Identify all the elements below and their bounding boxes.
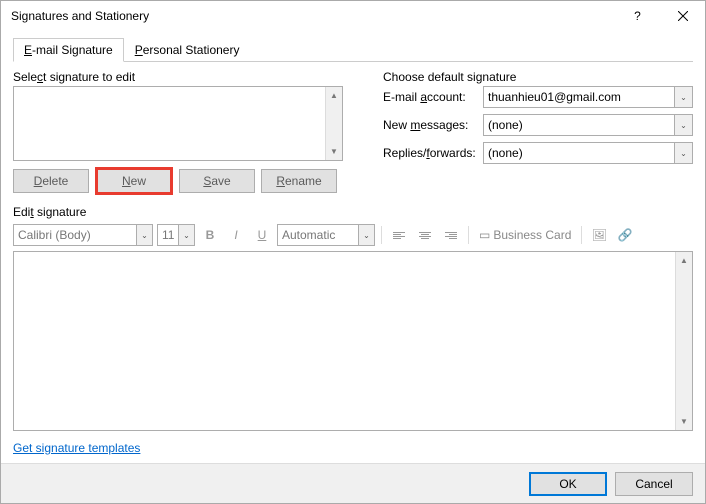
link-icon: 🔗	[618, 228, 633, 242]
replies-forwards-label: Replies/forwards:	[383, 146, 483, 160]
chevron-down-icon: ⌄	[358, 225, 374, 245]
scroll-up-icon[interactable]: ▲	[326, 87, 342, 104]
align-right-button[interactable]	[440, 224, 462, 246]
rename-button[interactable]: Rename	[261, 169, 337, 193]
save-button[interactable]: Save	[179, 169, 255, 193]
italic-button[interactable]: I	[225, 224, 247, 246]
scrollbar[interactable]: ▲ ▼	[675, 252, 692, 430]
separator	[581, 226, 582, 244]
window-title: Signatures and Stationery	[11, 9, 615, 23]
font-color-dropdown[interactable]: Automatic ⌄	[277, 224, 375, 246]
close-button[interactable]	[660, 1, 705, 31]
chevron-down-icon: ⌄	[178, 225, 194, 245]
scroll-down-icon[interactable]: ▼	[326, 143, 342, 160]
align-left-button[interactable]	[388, 224, 410, 246]
align-right-icon	[445, 232, 457, 239]
email-account-label: E-mail account:	[383, 90, 483, 104]
signature-editor[interactable]: ▲ ▼	[13, 251, 693, 431]
insert-hyperlink-button[interactable]: 🔗	[614, 224, 636, 246]
signature-list[interactable]: ▲ ▼	[13, 86, 343, 161]
chevron-down-icon: ⌄	[674, 115, 692, 135]
select-signature-label: Select signature to edit	[13, 70, 363, 84]
separator	[381, 226, 382, 244]
help-button[interactable]: ?	[615, 1, 660, 31]
titlebar: Signatures and Stationery ?	[1, 1, 705, 31]
scrollbar[interactable]: ▲ ▼	[325, 87, 342, 160]
separator	[468, 226, 469, 244]
card-icon: ▭	[479, 228, 490, 242]
replies-forwards-value: (none)	[488, 146, 523, 160]
tab-email-signature[interactable]: E-mail Signature	[13, 38, 124, 62]
new-messages-value: (none)	[488, 118, 523, 132]
font-dropdown[interactable]: Calibri (Body) ⌄	[13, 224, 153, 246]
align-center-icon	[419, 232, 431, 239]
edit-signature-label: Edit signature	[13, 205, 86, 219]
dialog-footer: OK Cancel	[1, 463, 705, 503]
underline-button[interactable]: U	[251, 224, 273, 246]
new-button[interactable]: New	[95, 167, 173, 195]
new-messages-dropdown[interactable]: (none) ⌄	[483, 114, 693, 136]
new-messages-label: New messages:	[383, 118, 483, 132]
email-account-dropdown[interactable]: thuanhieu01@gmail.com ⌄	[483, 86, 693, 108]
align-center-button[interactable]	[414, 224, 436, 246]
picture-icon: 🖼	[592, 228, 607, 242]
scroll-down-icon[interactable]: ▼	[676, 413, 692, 430]
chevron-down-icon: ⌄	[136, 225, 152, 245]
cancel-button[interactable]: Cancel	[615, 472, 693, 496]
scroll-up-icon[interactable]: ▲	[676, 252, 692, 269]
get-templates-link[interactable]: Get signature templates	[13, 441, 140, 455]
email-account-value: thuanhieu01@gmail.com	[488, 90, 621, 104]
business-card-button[interactable]: ▭ Business Card	[475, 224, 575, 246]
tab-strip: E-mail Signature Personal Stationery	[13, 37, 693, 62]
tab-personal-stationery[interactable]: Personal Stationery	[124, 38, 251, 62]
font-size-dropdown[interactable]: 11 ⌄	[157, 224, 195, 246]
insert-picture-button[interactable]: 🖼	[588, 224, 610, 246]
delete-button[interactable]: Delete	[13, 169, 89, 193]
choose-default-label: Choose default signature	[383, 70, 693, 84]
align-left-icon	[393, 232, 405, 239]
ok-button[interactable]: OK	[529, 472, 607, 496]
bold-button[interactable]: B	[199, 224, 221, 246]
replies-forwards-dropdown[interactable]: (none) ⌄	[483, 142, 693, 164]
chevron-down-icon: ⌄	[674, 87, 692, 107]
editor-toolbar: Calibri (Body) ⌄ 11 ⌄ B I U Automatic ⌄ …	[13, 223, 693, 247]
chevron-down-icon: ⌄	[674, 143, 692, 163]
